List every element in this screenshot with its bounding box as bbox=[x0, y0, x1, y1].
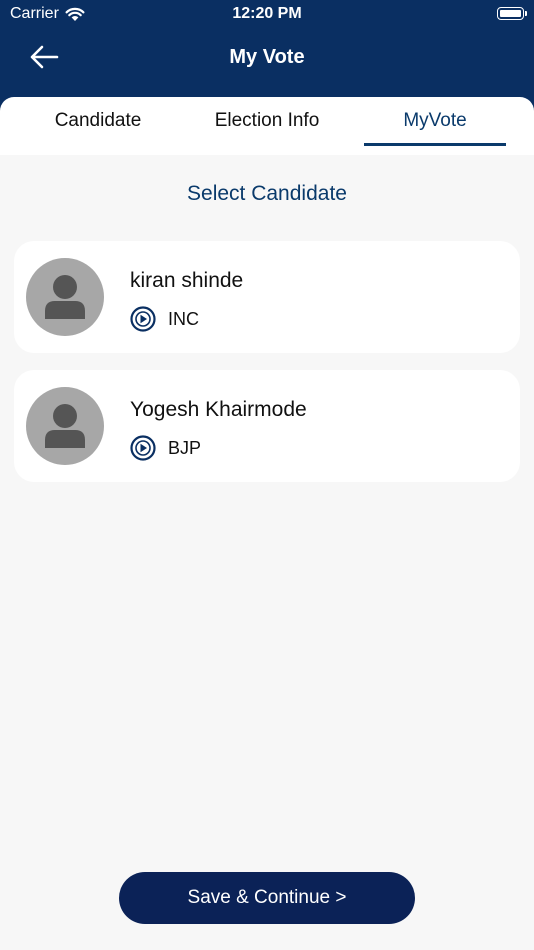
tab-election-info[interactable]: Election Info bbox=[196, 97, 338, 145]
candidate-name: kiran shinde bbox=[130, 269, 244, 292]
candidate-card[interactable]: Yogesh Khairmode BJP bbox=[14, 370, 520, 482]
active-tab-indicator bbox=[364, 143, 506, 146]
screen: Carrier 12:20 PM My Vote Candidate Elect… bbox=[0, 0, 534, 950]
person-icon bbox=[45, 275, 85, 319]
candidate-name: Yogesh Khairmode bbox=[130, 398, 307, 421]
tab-candidate[interactable]: Candidate bbox=[27, 97, 169, 145]
party-name: BJP bbox=[168, 438, 202, 458]
avatar bbox=[26, 387, 104, 465]
person-icon bbox=[45, 404, 85, 448]
section-title: Select Candidate bbox=[187, 182, 347, 205]
status-time: 12:20 PM bbox=[232, 5, 302, 22]
avatar bbox=[26, 258, 104, 336]
tab-bar: Candidate Election Info MyVote bbox=[0, 97, 534, 155]
save-continue-button[interactable]: Save & Continue > bbox=[119, 872, 415, 924]
play-circle-icon bbox=[130, 435, 156, 461]
candidate-card[interactable]: kiran shinde INC bbox=[14, 241, 520, 353]
party-name: INC bbox=[168, 309, 199, 329]
status-bar: Carrier 12:20 PM bbox=[0, 0, 534, 28]
app-header: Carrier 12:20 PM My Vote bbox=[0, 0, 534, 112]
battery-icon bbox=[497, 7, 527, 20]
play-circle-icon bbox=[130, 306, 156, 332]
tab-myvote[interactable]: MyVote bbox=[364, 97, 506, 145]
page-title: My Vote bbox=[229, 46, 305, 68]
